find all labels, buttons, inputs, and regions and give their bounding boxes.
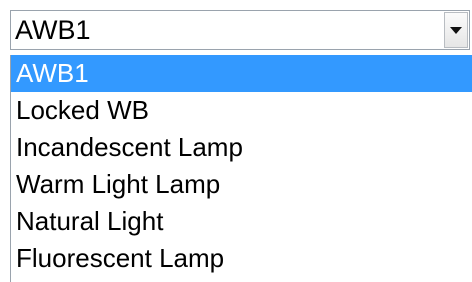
option-awb1[interactable]: AWB1 [11,55,472,92]
option-locked-wb[interactable]: Locked WB [11,92,472,129]
option-incandescent-lamp[interactable]: Incandescent Lamp [11,129,472,166]
triangle-down-icon [450,27,462,34]
white-balance-select[interactable]: AWB1 [10,10,470,50]
dropdown-arrow-button[interactable] [444,12,468,48]
white-balance-select-widget: AWB1 AWB1 Locked WB Incandescent Lamp Wa… [0,0,472,282]
dropdown-list: AWB1 Locked WB Incandescent Lamp Warm Li… [10,55,472,282]
select-current-value: AWB1 [15,15,91,45]
option-fluorescent-lamp[interactable]: Fluorescent Lamp [11,240,472,277]
option-natural-light[interactable]: Natural Light [11,203,472,240]
option-warm-light-lamp[interactable]: Warm Light Lamp [11,166,472,203]
